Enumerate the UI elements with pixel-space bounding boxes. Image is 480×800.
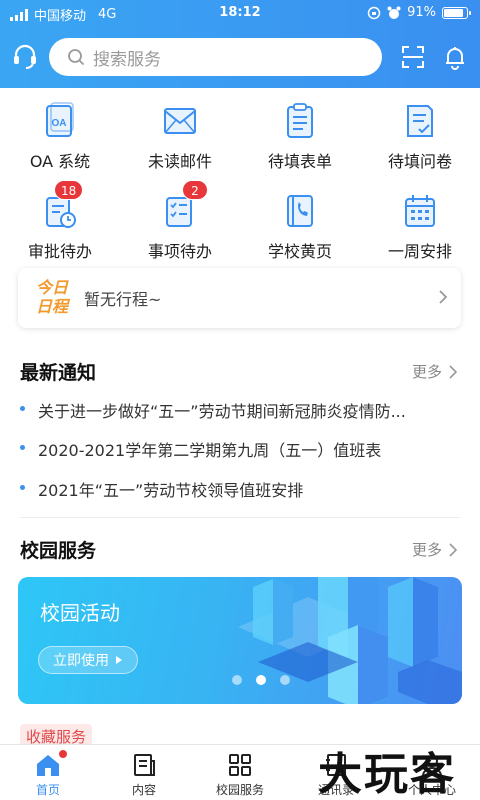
customer-service-icon[interactable]	[9, 41, 41, 73]
status-bar: 中国移动 4G 18:12 91%	[0, 0, 480, 26]
tab-label: 内容	[131, 783, 156, 797]
battery-percent: 91%	[407, 5, 436, 20]
grid-label: 待填表单	[267, 152, 332, 171]
grid-label: 未读邮件	[147, 152, 212, 171]
matter-count-badge: 2	[182, 180, 208, 200]
grid-item-approval-todo[interactable]: 18 审批待办	[0, 180, 120, 262]
tab-label: 校园服务	[215, 783, 264, 797]
today-schedule-card[interactable]: 今日 日程 暂无行程~	[18, 268, 461, 328]
carousel-indicator	[232, 675, 290, 685]
app-header: 中国移动 4G 18:12 91% 搜索服务	[0, 0, 480, 88]
notification-bell-icon[interactable]	[439, 41, 471, 73]
more-label: 更多	[411, 541, 442, 559]
carousel-dot[interactable]	[232, 675, 242, 685]
tab-label: 首页	[35, 783, 60, 797]
carousel-dot-active[interactable]	[256, 675, 266, 685]
grid-label: OA 系统	[29, 152, 91, 171]
content-icon	[134, 754, 155, 776]
notices-title: 最新通知	[20, 362, 97, 384]
notices-more-link[interactable]: 更多	[412, 361, 458, 382]
today-tag-line2: 日程	[35, 297, 68, 316]
use-now-label: 立即使用	[53, 653, 109, 669]
alarm-icon	[387, 6, 401, 19]
watermark-logo: 大玩客	[318, 749, 456, 800]
scan-icon[interactable]	[397, 41, 429, 73]
grid-label: 待填问卷	[387, 152, 452, 171]
mail-icon	[162, 102, 198, 140]
chevron-right-icon	[449, 364, 458, 379]
oa-system-icon: OA	[42, 102, 78, 140]
grid-item-matter-todo[interactable]: 2 事项待办	[120, 180, 240, 262]
search-icon	[68, 49, 85, 66]
banner-title: 校园活动	[40, 601, 120, 625]
grid-item-pending-questionnaire[interactable]: 待填问卷	[360, 92, 480, 172]
today-schedule-text: 暂无行程~	[84, 290, 162, 309]
grid-label: 学校黄页	[267, 242, 332, 261]
more-label: 更多	[411, 363, 442, 381]
tab-content[interactable]: 内容	[96, 745, 192, 800]
section-divider	[20, 517, 460, 518]
grid-item-oa-system[interactable]: OA OA 系统	[0, 92, 120, 172]
chevron-right-icon	[449, 542, 458, 557]
approval-count-badge: 18	[54, 180, 84, 200]
campus-more-link[interactable]: 更多	[412, 539, 458, 560]
grid-item-school-phonebook[interactable]: 学校黄页	[240, 182, 360, 262]
chevron-right-icon	[439, 290, 448, 304]
today-schedule-tag: 今日 日程	[32, 278, 72, 316]
search-input[interactable]: 搜索服务	[49, 38, 382, 76]
phonebook-icon	[282, 192, 318, 230]
carousel-dot[interactable]	[280, 675, 290, 685]
form-icon	[282, 102, 318, 140]
use-now-button[interactable]: 立即使用	[38, 646, 138, 674]
grid-label: 审批待办	[27, 242, 92, 261]
play-triangle-icon	[116, 656, 122, 664]
search-placeholder: 搜索服务	[93, 49, 161, 70]
notice-item[interactable]: 2020-2021学年第二学期第九周（五一）值班表	[20, 437, 460, 461]
grid-item-weekly-schedule[interactable]: 一周安排	[360, 182, 480, 262]
battery-icon	[442, 6, 471, 19]
notice-item[interactable]: 关于进一步做好“五一”劳动节期间新冠肺炎疫情防...	[20, 398, 460, 422]
grid-item-pending-form[interactable]: 待填表单	[240, 92, 360, 172]
grid-icon	[229, 754, 251, 776]
today-tag-line1: 今日	[35, 278, 68, 297]
rotation-lock-icon	[367, 6, 381, 19]
tab-home[interactable]: 首页	[0, 745, 96, 800]
tab-campus-services[interactable]: 校园服务	[192, 745, 288, 800]
questionnaire-icon	[402, 102, 438, 140]
calendar-icon	[402, 192, 438, 230]
campus-services-title: 校园服务	[20, 540, 97, 562]
svg-text:OA: OA	[52, 118, 67, 129]
campus-activity-banner[interactable]: 校园活动 立即使用	[18, 577, 462, 704]
notice-item[interactable]: 2021年“五一”劳动节校领导值班安排	[20, 477, 460, 501]
grid-label: 事项待办	[147, 242, 212, 261]
grid-label: 一周安排	[387, 242, 452, 261]
grid-item-unread-mail[interactable]: 未读邮件	[120, 92, 240, 172]
home-notification-dot	[58, 749, 68, 759]
